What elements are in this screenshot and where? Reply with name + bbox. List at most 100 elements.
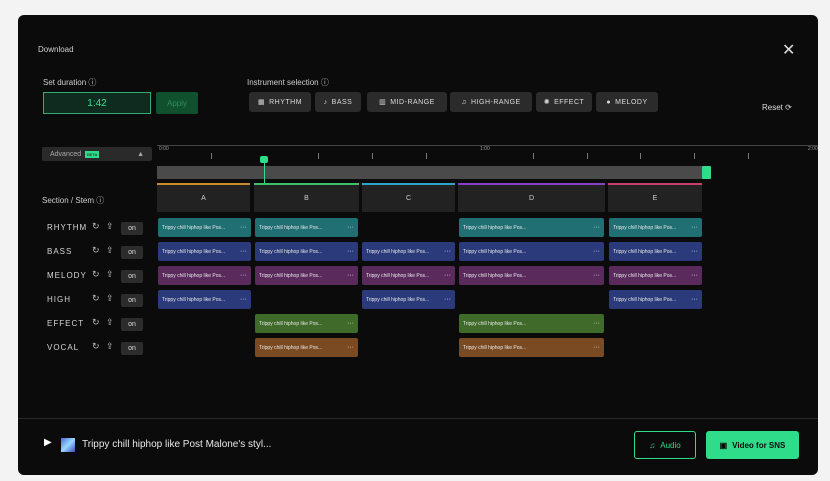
section-a[interactable]: A <box>157 183 250 212</box>
stem-clip[interactable]: Trippy chill hiphop like Pos... ··· <box>362 242 455 261</box>
more-icon[interactable]: ··· <box>444 272 451 279</box>
effect-icon: ✺ <box>543 99 551 106</box>
video-icon: ▣ <box>719 440 728 450</box>
stem-clip[interactable]: Trippy chill hiphop like Pos... ··· <box>158 218 251 237</box>
export-icon[interactable]: ⇪ <box>106 221 114 232</box>
more-icon[interactable]: ··· <box>593 248 600 255</box>
stem-label: RHYTHM <box>47 223 88 232</box>
regenerate-icon[interactable]: ↻ <box>92 293 100 304</box>
more-icon[interactable]: ··· <box>240 296 247 303</box>
stem-label: HIGH <box>47 295 71 304</box>
stem-clip[interactable]: Trippy chill hiphop like Pos... ··· <box>609 242 702 261</box>
stem-clip[interactable]: Trippy chill hiphop like Pos... ··· <box>255 266 358 285</box>
more-icon[interactable]: ··· <box>347 344 354 351</box>
more-icon[interactable]: ··· <box>444 296 451 303</box>
instrument-bass-button[interactable]: ♪ BASS <box>315 92 361 112</box>
stem-clip[interactable]: Trippy chill hiphop like Pos... ··· <box>459 218 604 237</box>
section-b[interactable]: B <box>254 183 359 212</box>
stem-clip[interactable]: Trippy chill hiphop like Pos... ··· <box>255 242 358 261</box>
time-label-0: 0:00 <box>159 146 169 152</box>
instrument-midrange-button[interactable]: ▥ MID-RANGE <box>367 92 447 112</box>
time-label-2: 2:00 <box>808 146 818 152</box>
more-icon[interactable]: ··· <box>240 248 247 255</box>
stem-on-toggle[interactable]: on <box>121 294 143 307</box>
modal-title: Download <box>38 45 74 54</box>
more-icon[interactable]: ··· <box>691 296 698 303</box>
track-thumbnail <box>61 438 75 452</box>
stem-clip[interactable]: Trippy chill hiphop like Pos... ··· <box>609 218 702 237</box>
stem-label: EFFECT <box>47 319 85 328</box>
export-icon[interactable]: ⇪ <box>106 269 114 280</box>
instrument-melody-button[interactable]: ● MELODY <box>596 92 658 112</box>
instrument-effect-button[interactable]: ✺ EFFECT <box>536 92 592 112</box>
stem-clip[interactable]: Trippy chill hiphop like Pos... ··· <box>459 266 604 285</box>
stem-clip[interactable]: Trippy chill hiphop like Pos... ··· <box>459 338 604 357</box>
stem-on-toggle[interactable]: on <box>121 342 143 355</box>
more-icon[interactable]: ··· <box>240 224 247 231</box>
regenerate-icon[interactable]: ↻ <box>92 221 100 232</box>
stem-on-toggle[interactable]: on <box>121 246 143 259</box>
caret-up-icon: ▲ <box>137 150 144 158</box>
stem-label: VOCAL <box>47 343 80 352</box>
section-e[interactable]: E <box>608 183 702 212</box>
stem-clip[interactable]: Trippy chill hiphop like Pos... ··· <box>255 314 358 333</box>
reset-icon: ⟳ <box>785 103 792 112</box>
more-icon[interactable]: ··· <box>593 272 600 279</box>
more-icon[interactable]: ··· <box>691 272 698 279</box>
stem-clip[interactable]: Trippy chill hiphop like Pos... ··· <box>459 314 604 333</box>
drum-icon: ▦ <box>257 99 266 106</box>
more-icon[interactable]: ··· <box>347 224 354 231</box>
export-icon[interactable]: ⇪ <box>106 341 114 352</box>
regenerate-icon[interactable]: ↻ <box>92 269 100 280</box>
export-icon[interactable]: ⇪ <box>106 293 114 304</box>
export-icon[interactable]: ⇪ <box>106 245 114 256</box>
instrument-rhythm-button[interactable]: ▦ RHYTHM <box>249 92 311 112</box>
stem-on-toggle[interactable]: on <box>121 270 143 283</box>
timeline-range-bar[interactable] <box>157 166 702 179</box>
playhead-handle[interactable] <box>260 156 268 163</box>
stem-clip[interactable]: Trippy chill hiphop like Pos... ··· <box>459 242 604 261</box>
stem-clip[interactable]: Trippy chill hiphop like Pos... ··· <box>255 218 358 237</box>
stem-on-toggle[interactable]: on <box>121 318 143 331</box>
more-icon[interactable]: ··· <box>691 224 698 231</box>
stem-clip[interactable]: Trippy chill hiphop like Pos... ··· <box>362 266 455 285</box>
stem-clip[interactable]: Trippy chill hiphop like Pos... ··· <box>362 290 455 309</box>
more-icon[interactable]: ··· <box>347 248 354 255</box>
more-icon[interactable]: ··· <box>593 224 600 231</box>
stem-clip[interactable]: Trippy chill hiphop like Pos... ··· <box>158 242 251 261</box>
time-label-1: 1:00 <box>480 146 490 152</box>
section-d[interactable]: D <box>458 183 605 212</box>
stem-clip[interactable]: Trippy chill hiphop like Pos... ··· <box>609 290 702 309</box>
stem-clip[interactable]: Trippy chill hiphop like Pos... ··· <box>609 266 702 285</box>
instrument-highrange-button[interactable]: ♫ HIGH-RANGE <box>450 92 532 112</box>
regenerate-icon[interactable]: ↻ <box>92 245 100 256</box>
apply-button[interactable]: Apply <box>156 92 198 114</box>
stem-on-toggle[interactable]: on <box>121 222 143 235</box>
range-end-handle[interactable] <box>702 166 711 179</box>
mic-icon: ● <box>606 98 612 106</box>
more-icon[interactable]: ··· <box>347 320 354 327</box>
more-icon[interactable]: ··· <box>240 272 247 279</box>
regenerate-icon[interactable]: ↻ <box>92 341 100 352</box>
duration-input[interactable]: 1:42 <box>43 92 151 114</box>
more-icon[interactable]: ··· <box>593 344 600 351</box>
more-icon[interactable]: ··· <box>691 248 698 255</box>
more-icon[interactable]: ··· <box>347 272 354 279</box>
section-c[interactable]: C <box>362 183 455 212</box>
regenerate-icon[interactable]: ↻ <box>92 317 100 328</box>
stem-clip[interactable]: Trippy chill hiphop like Pos... ··· <box>158 290 251 309</box>
more-icon[interactable]: ··· <box>593 320 600 327</box>
instrument-selection-label: Instrument selection ⓘ <box>247 78 329 87</box>
piano-icon: ▥ <box>379 99 387 106</box>
reset-button[interactable]: Reset ⟳ <box>762 103 792 112</box>
stem-clip[interactable]: Trippy chill hiphop like Pos... ··· <box>158 266 251 285</box>
audio-button[interactable]: ♫ Audio <box>634 431 696 459</box>
video-for-sns-button[interactable]: ▣ Video for SNS <box>706 431 799 459</box>
stem-clip[interactable]: Trippy chill hiphop like Pos... ··· <box>255 338 358 357</box>
set-duration-label: Set duration ⓘ <box>43 78 97 87</box>
export-icon[interactable]: ⇪ <box>106 317 114 328</box>
close-icon[interactable]: ✕ <box>782 40 795 60</box>
advanced-toggle[interactable]: Advanced BETA ▲ <box>42 147 152 161</box>
more-icon[interactable]: ··· <box>444 248 451 255</box>
play-icon[interactable]: ▶ <box>44 437 52 448</box>
